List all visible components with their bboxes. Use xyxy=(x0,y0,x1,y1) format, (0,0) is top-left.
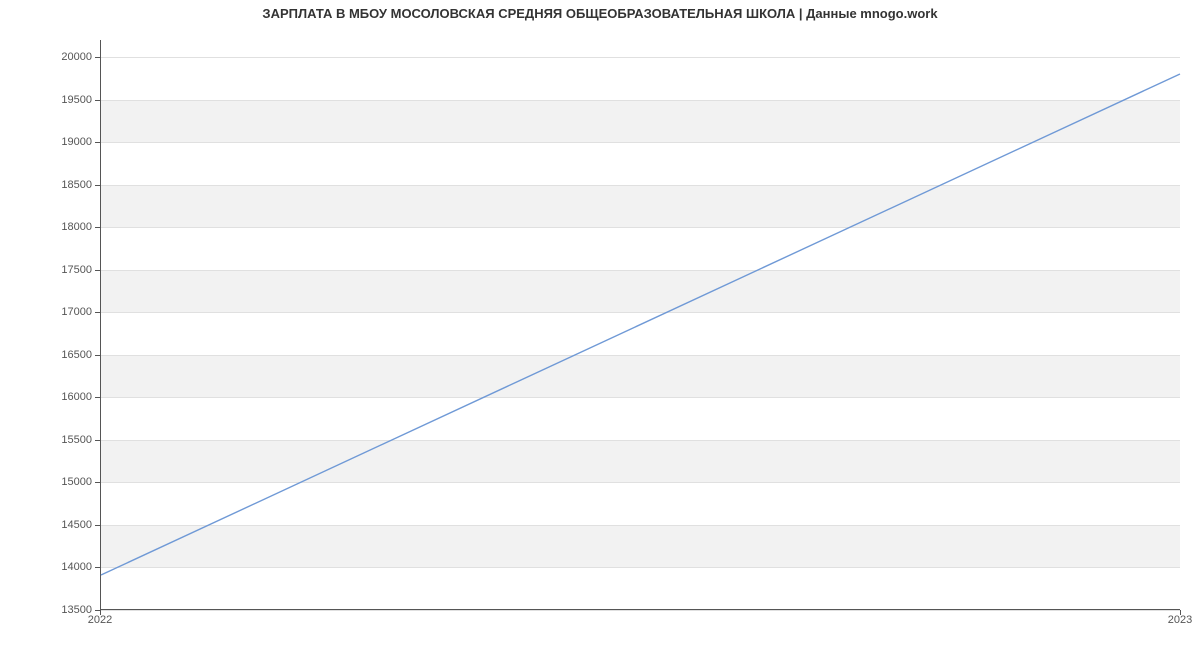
y-tick-mark xyxy=(95,100,100,101)
y-tick-mark xyxy=(95,525,100,526)
y-tick-mark xyxy=(95,567,100,568)
y-tick-mark xyxy=(95,57,100,58)
y-tick-label: 16500 xyxy=(12,349,92,361)
x-tick-mark xyxy=(1180,610,1181,615)
x-tick-label: 2023 xyxy=(1168,614,1192,626)
y-tick-mark xyxy=(95,312,100,313)
y-tick-label: 18000 xyxy=(12,221,92,233)
chart-title: ЗАРПЛАТА В МБОУ МОСОЛОВСКАЯ СРЕДНЯЯ ОБЩЕ… xyxy=(0,6,1200,21)
y-tick-mark xyxy=(95,142,100,143)
y-tick-label: 20000 xyxy=(12,51,92,63)
y-tick-label: 19000 xyxy=(12,136,92,148)
y-tick-mark xyxy=(95,227,100,228)
y-tick-mark xyxy=(95,397,100,398)
y-tick-mark xyxy=(95,355,100,356)
y-tick-label: 17000 xyxy=(12,306,92,318)
chart-container: ЗАРПЛАТА В МБОУ МОСОЛОВСКАЯ СРЕДНЯЯ ОБЩЕ… xyxy=(0,0,1200,650)
x-tick-mark xyxy=(100,610,101,615)
x-tick-label: 2022 xyxy=(88,614,112,626)
y-tick-label: 17500 xyxy=(12,264,92,276)
y-tick-label: 19500 xyxy=(12,94,92,106)
gridline xyxy=(101,610,1180,611)
y-tick-mark xyxy=(95,482,100,483)
line-layer xyxy=(101,40,1180,609)
y-tick-label: 16000 xyxy=(12,391,92,403)
plot-area xyxy=(100,40,1180,610)
y-tick-label: 13500 xyxy=(12,604,92,616)
y-tick-label: 18500 xyxy=(12,179,92,191)
y-tick-label: 15000 xyxy=(12,476,92,488)
y-tick-label: 15500 xyxy=(12,434,92,446)
y-tick-mark xyxy=(95,185,100,186)
y-tick-mark xyxy=(95,440,100,441)
y-tick-label: 14000 xyxy=(12,561,92,573)
y-tick-label: 14500 xyxy=(12,519,92,531)
series-line xyxy=(101,74,1180,575)
y-tick-mark xyxy=(95,270,100,271)
